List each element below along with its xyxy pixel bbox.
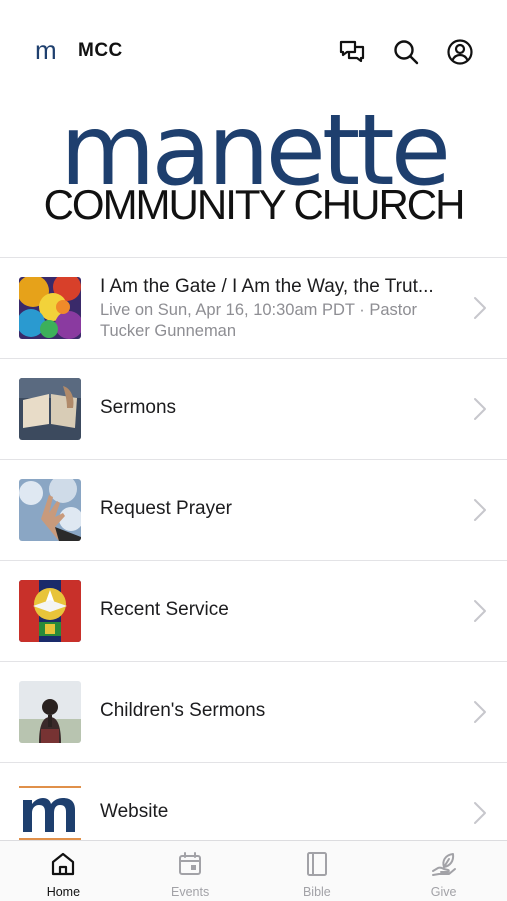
profile-icon[interactable] xyxy=(446,38,474,66)
list-item-live-event[interactable]: I Am the Gate / I Am the Way, the Trut..… xyxy=(0,258,507,359)
list-item-title: Recent Service xyxy=(100,599,229,620)
list-item-childrens-sermons[interactable]: Children's Sermons xyxy=(0,662,507,763)
list-item-title: Request Prayer xyxy=(100,498,233,519)
tab-give[interactable]: Give xyxy=(380,841,507,901)
list-item-title: I Am the Gate / I Am the Way, the Trut..… xyxy=(100,276,434,297)
book-icon xyxy=(306,852,327,876)
raised-hand-thumbnail xyxy=(19,479,81,541)
tab-events[interactable]: Events xyxy=(127,841,254,901)
stained-glass-thumbnail xyxy=(19,580,81,642)
app-logo[interactable]: m xyxy=(35,34,57,66)
leaf-hand-icon xyxy=(431,853,456,876)
list-item-subtitle: Live on Sun, Apr 16, 10:30am PDT · Pasto… xyxy=(100,301,418,340)
top-header: m MCC xyxy=(0,26,507,78)
list-item-title: Children's Sermons xyxy=(100,700,266,721)
chevron-right-icon xyxy=(473,700,487,724)
tab-label: Bible xyxy=(302,885,331,899)
brand-subtitle: COMMUNITY CHURCH xyxy=(43,181,466,228)
list-item-recent-service[interactable]: Recent Service xyxy=(0,561,507,662)
chevron-right-icon xyxy=(473,397,487,421)
chevron-right-icon xyxy=(473,296,487,320)
calendar-icon xyxy=(179,852,202,875)
list-item-sermons[interactable]: Sermons xyxy=(0,359,507,460)
bottom-tab-bar: Home Events Bible Give xyxy=(0,840,507,901)
chat-icon[interactable] xyxy=(338,38,366,66)
chevron-right-icon xyxy=(473,599,487,623)
list-item-request-prayer[interactable]: Request Prayer xyxy=(0,460,507,561)
tab-label: Events xyxy=(171,885,210,899)
chevron-right-icon xyxy=(473,801,487,825)
m-logo-thumbnail xyxy=(19,782,81,844)
tab-label: Home xyxy=(46,885,81,899)
search-icon[interactable] xyxy=(392,38,420,66)
abstract-painting-thumbnail xyxy=(19,277,81,339)
home-icon xyxy=(52,852,75,876)
open-bible-thumbnail xyxy=(19,378,81,440)
app-title: MCC xyxy=(78,40,123,61)
chevron-right-icon xyxy=(473,498,487,522)
tab-home[interactable]: Home xyxy=(0,841,127,901)
content-list: I Am the Gate / I Am the Way, the Trut..… xyxy=(0,257,507,864)
tab-label: Give xyxy=(430,885,457,899)
list-item-title: Website xyxy=(100,801,169,822)
list-item-title: Sermons xyxy=(100,397,177,418)
church-brand-logo: manette COMMUNITY CHURCH xyxy=(0,100,507,230)
child-outdoors-thumbnail xyxy=(19,681,81,743)
tab-bible[interactable]: Bible xyxy=(254,841,381,901)
